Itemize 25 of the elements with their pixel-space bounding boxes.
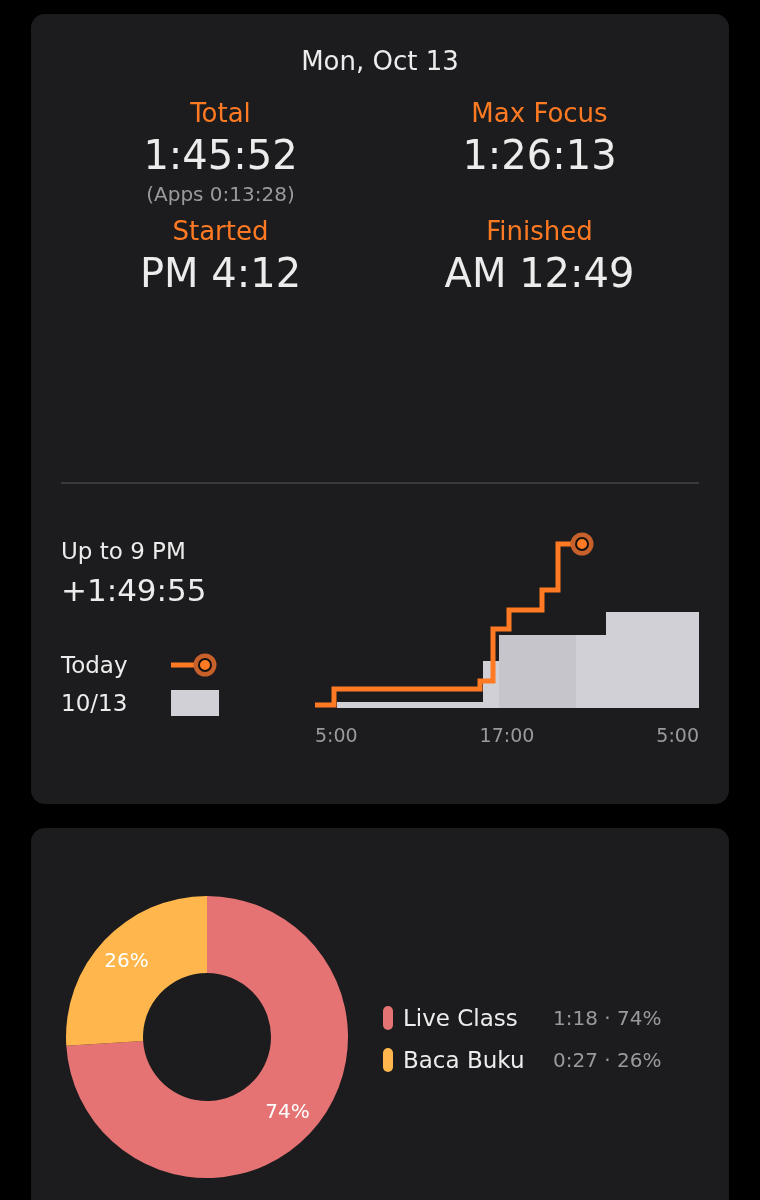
stat-label: Max Focus [471, 98, 608, 128]
legend-label: Today [61, 652, 129, 678]
stat-note: (Apps 0:13:28) [146, 182, 295, 206]
line-marker-icon [171, 652, 217, 678]
slice-label: 26% [104, 947, 149, 972]
slice-label: 74% [265, 1099, 310, 1124]
stat-value: PM 4:12 [139, 250, 302, 296]
legend-detail: 0:27 · 26% [553, 1048, 662, 1072]
bar-swatch-icon [171, 690, 219, 716]
date-title: Mon, Oct 13 [300, 46, 460, 76]
legend-name: Baca Buku [403, 1047, 526, 1073]
stat-value: 1:45:52 [143, 132, 298, 178]
stat-value: AM 12:49 [444, 250, 635, 296]
legend-label: 10/13 [61, 690, 129, 716]
stat-label: Finished [486, 216, 593, 246]
stat-value: 1:26:13 [462, 132, 617, 178]
axis-tick-label: 5:00 [315, 724, 358, 746]
axis-tick-label: 17:00 [479, 724, 535, 746]
legend-detail: 1:18 · 74% [553, 1006, 662, 1030]
stat-label: Started [172, 216, 269, 246]
legend-name: Live Class [403, 1005, 519, 1031]
progress-caption: Up to 9 PM [61, 538, 187, 564]
stat-label: Total [190, 98, 251, 128]
progress-delta: +1:49:55 [61, 572, 208, 608]
axis-tick-label: 5:00 [656, 724, 699, 746]
